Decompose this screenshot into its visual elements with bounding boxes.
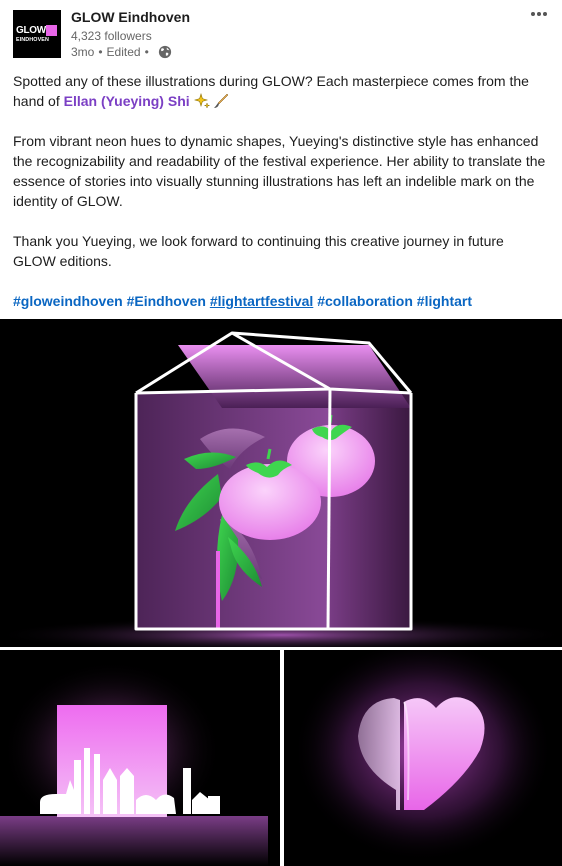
separator-dot: • [98, 45, 103, 59]
edited-label: Edited [106, 45, 141, 59]
globe-icon [158, 45, 172, 59]
paintbrush-icon [213, 93, 229, 109]
post-meta: 3mo • Edited • [71, 45, 172, 59]
post-paragraph-thanks: Thank you Yueying, we look forward to co… [13, 233, 504, 269]
more-options-icon[interactable] [527, 4, 551, 24]
logo-square [46, 25, 57, 36]
hashtag-list: #gloweindhoven #Eindhoven #lightartfesti… [13, 291, 549, 311]
hashtag-link[interactable]: #lightartfestival [210, 293, 313, 309]
post-paragraph-style: From vibrant neon hues to dynamic shapes… [13, 133, 546, 209]
separator-dot: • [144, 45, 149, 59]
author-name[interactable]: GLOW Eindhoven [71, 9, 190, 25]
heart-illustration[interactable] [284, 650, 562, 866]
sparkles-icon [193, 93, 210, 109]
hashtag-link[interactable]: #gloweindhoven [13, 293, 123, 309]
follower-count: 4,323 followers [71, 29, 152, 43]
logo-subtitle: EINDHOVEN [16, 37, 49, 43]
company-logo[interactable]: GLOW EINDHOVEN [13, 10, 61, 58]
logo-wordmark: GLOW [16, 25, 46, 36]
post-time: 3mo [71, 45, 95, 59]
hashtag-link[interactable]: #lightart [417, 293, 472, 309]
skyline-illustration[interactable] [0, 650, 280, 866]
post-body: Spotted any of these illustrations durin… [13, 71, 549, 311]
post-header: GLOW EINDHOVEN GLOW Eindhoven 4,323 foll… [0, 0, 562, 66]
greenhouse-illustration[interactable] [0, 319, 562, 647]
hashtag-link[interactable]: #collaboration [317, 293, 413, 309]
post-paragraph-intro: Spotted any of these illustrations durin… [13, 71, 549, 111]
hashtag-link[interactable]: #Eindhoven [127, 293, 206, 309]
mention-link[interactable]: Ellan (Yueying) Shi [64, 93, 190, 109]
